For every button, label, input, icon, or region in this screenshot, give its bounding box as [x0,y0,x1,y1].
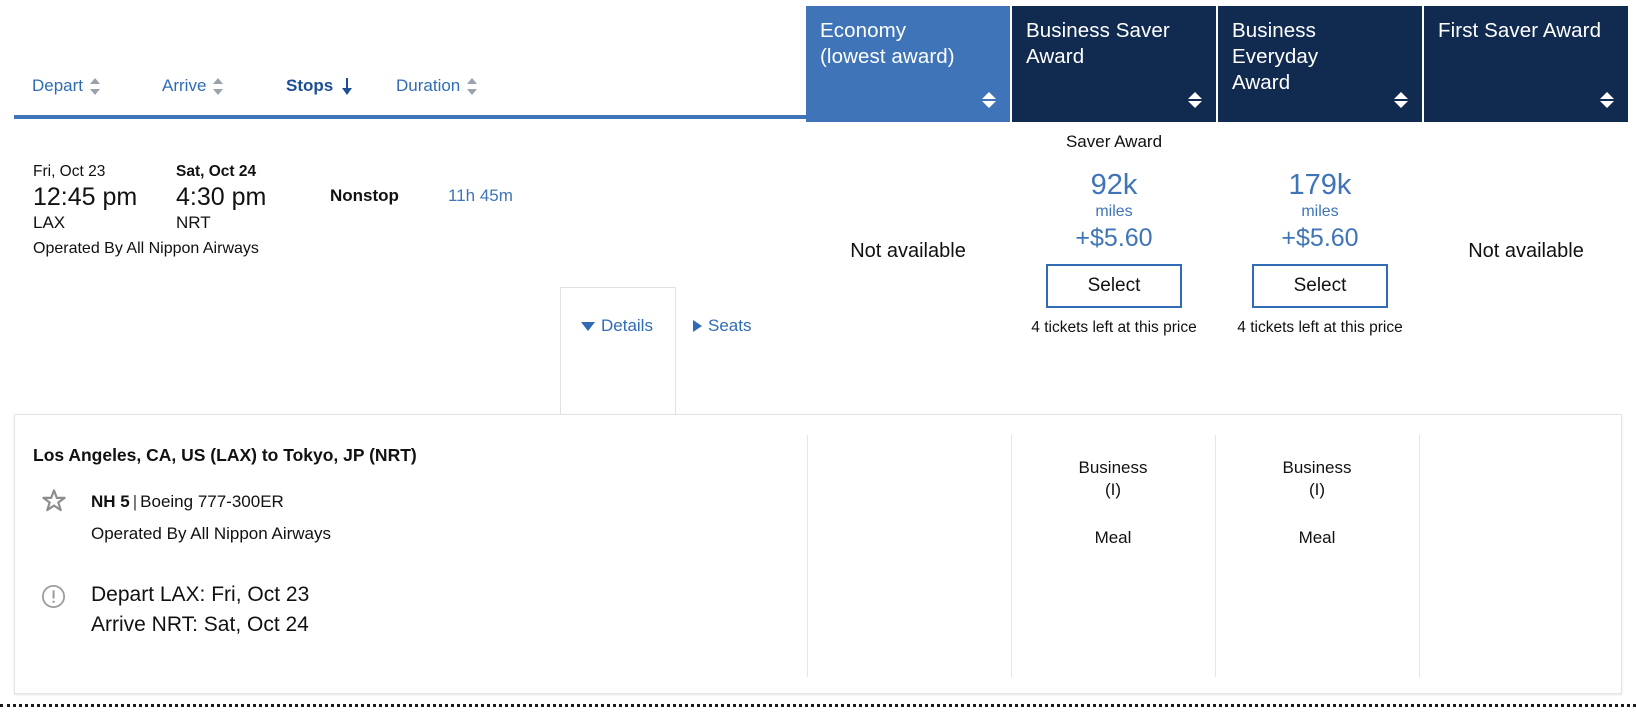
sort-button-label: Depart [32,76,84,95]
details-toggle-button[interactable]: Details [581,316,653,336]
departure-time: 12:45 pm [33,183,138,211]
fare-column-header-first-saver[interactable]: First Saver Award [1424,6,1628,122]
fare-cell-business-saver: 92k miles +$5.60 Select 4 tickets left a… [1012,122,1216,414]
fare-column-header-business-saver[interactable]: Business Saver Award [1012,6,1216,122]
select-button[interactable]: Select [1252,264,1388,308]
award-flight-results: Economy (lowest award) Business Saver Aw… [0,0,1636,712]
arrival-airport: NRT [176,213,211,232]
chevron-right-icon [693,320,702,332]
details-toggle-label: Details [601,316,653,335]
segment-aircraft: Boeing 777-300ER [140,492,284,511]
fare-header-title-line1: First Saver Award [1438,19,1602,42]
sort-bar: Depart Arrive Stops Duration [14,76,806,116]
departure-airport: LAX [33,213,66,232]
tickets-left-note: 4 tickets left at this price [1031,319,1197,336]
page-bottom-dotted-rule [0,704,1636,707]
seats-toggle-label: Seats [708,316,752,335]
cabin-meal: Meal [1094,528,1132,547]
fare-miles: 179k miles [1218,168,1422,222]
exclamation-circle-icon [41,584,66,609]
sort-updown-icon [467,77,478,95]
sort-button-stops[interactable]: Stops [286,76,353,96]
duration-value[interactable]: 11h 45m [448,186,513,206]
stops-value: Nonstop [330,186,399,206]
sort-button-label: Arrive [162,76,207,95]
sort-bar-underline [14,115,806,119]
fare-header-title-line1: Business Saver [1026,19,1170,42]
arrival-time: 4:30 pm [176,183,267,211]
panel-cabin-cell-business-saver: Business (I) Meal [1011,457,1215,549]
flight-result-row: Fri, Oct 23 12:45 pm LAX Sat, Oct 24 4:3… [0,122,1636,539]
panel-cabin-cell-first-saver [1419,457,1623,483]
cabin-fare-class: (I) [1308,480,1326,499]
departure-date: Fri, Oct 23 [33,163,106,180]
cabin-meal: Meal [1298,528,1336,547]
segment-arrive-line: Arrive NRT: Sat, Oct 24 [91,613,309,636]
fare-column-header-economy[interactable]: Economy (lowest award) [806,6,1010,122]
departure-block: Fri, Oct 23 12:45 pm LAX [33,162,137,234]
sort-button-label: Stops [286,76,334,95]
sort-arrow-down-icon [340,77,353,95]
sort-updown-icon[interactable] [982,90,996,110]
fare-column-header-business-everyday[interactable]: Business Everyday Award [1218,6,1422,122]
operated-by-summary: Operated By All Nippon Airways [33,240,259,257]
fare-unavailable-text: Not available [850,240,966,262]
segment-route: Los Angeles, CA, US (LAX) to Tokyo, JP (… [33,445,417,465]
fare-unavailable-text: Not available [1468,240,1584,262]
select-button-wrapper: Select [1218,264,1422,308]
cabin-name: Business [1282,458,1352,477]
fare-miles-amount: 179k [1288,169,1352,201]
arrival-block: Sat, Oct 24 4:30 pm NRT [176,162,266,234]
sort-button-depart[interactable]: Depart [32,76,101,96]
fare-header-title-line1: Business Everyday [1232,19,1319,68]
fare-miles-unit: miles [1095,203,1133,220]
fare-cell-economy: Not available [806,122,1010,414]
stops-label: Nonstop [330,186,399,205]
segment-depart-arrive-block: Depart LAX: Fri, Oct 23 Arrive NRT: Sat,… [33,580,773,640]
select-button[interactable]: Select [1046,264,1182,308]
star-alliance-icon [41,488,67,514]
fare-cash-surcharge: +$5.60 [1075,224,1153,252]
sort-updown-icon[interactable] [1600,90,1614,110]
tickets-left-note: 4 tickets left at this price [1237,319,1403,336]
seats-toggle-button[interactable]: Seats [693,316,751,336]
fare-header-title-line2: (lowest award) [820,45,955,68]
panel-cabin-cell-business-everyday: Business (I) Meal [1215,457,1419,549]
segment-separator: | [132,492,138,511]
segment-flight-line: NH 5 | Boeing 777-300ER [33,488,773,514]
fare-cell-first-saver: Not available [1424,122,1628,414]
sort-updown-icon [90,77,101,95]
fare-cell-business-everyday: 179k miles +$5.60 Select 4 tickets left … [1218,122,1422,414]
sort-updown-icon [213,77,224,95]
select-button-wrapper: Select [1012,264,1216,308]
segment-details: Los Angeles, CA, US (LAX) to Tokyo, JP (… [33,445,773,640]
flight-details-panel: Los Angeles, CA, US (LAX) to Tokyo, JP (… [14,414,1622,694]
flight-itinerary-summary: Fri, Oct 23 12:45 pm LAX Sat, Oct 24 4:3… [33,162,533,260]
fare-miles-amount: 92k [1090,169,1138,201]
sort-button-label: Duration [396,76,461,95]
sort-updown-icon[interactable] [1394,90,1408,110]
sort-updown-icon[interactable] [1188,90,1202,110]
cabin-fare-class: (I) [1104,480,1122,499]
fare-cash-surcharge: +$5.60 [1281,224,1359,252]
segment-flight-number: NH 5 [91,492,130,511]
fare-header-title-line2: Award [1232,71,1291,94]
sort-button-arrive[interactable]: Arrive [162,76,224,96]
segment-operated-by: Operated By All Nippon Airways [91,524,332,543]
fare-header-title-line2: Award [1026,45,1085,68]
sort-button-duration[interactable]: Duration [396,76,478,96]
fare-header-title-line1: Economy [820,19,907,42]
fare-miles: 92k miles [1012,168,1216,222]
chevron-down-icon [581,321,595,331]
arrival-date: Sat, Oct 24 [176,163,257,180]
segment-depart-line: Depart LAX: Fri, Oct 23 [91,583,310,606]
fare-miles-unit: miles [1301,203,1339,220]
panel-cabin-cell-economy [807,457,1011,483]
cabin-name: Business [1078,458,1148,477]
duration-label: 11h 45m [448,186,513,205]
